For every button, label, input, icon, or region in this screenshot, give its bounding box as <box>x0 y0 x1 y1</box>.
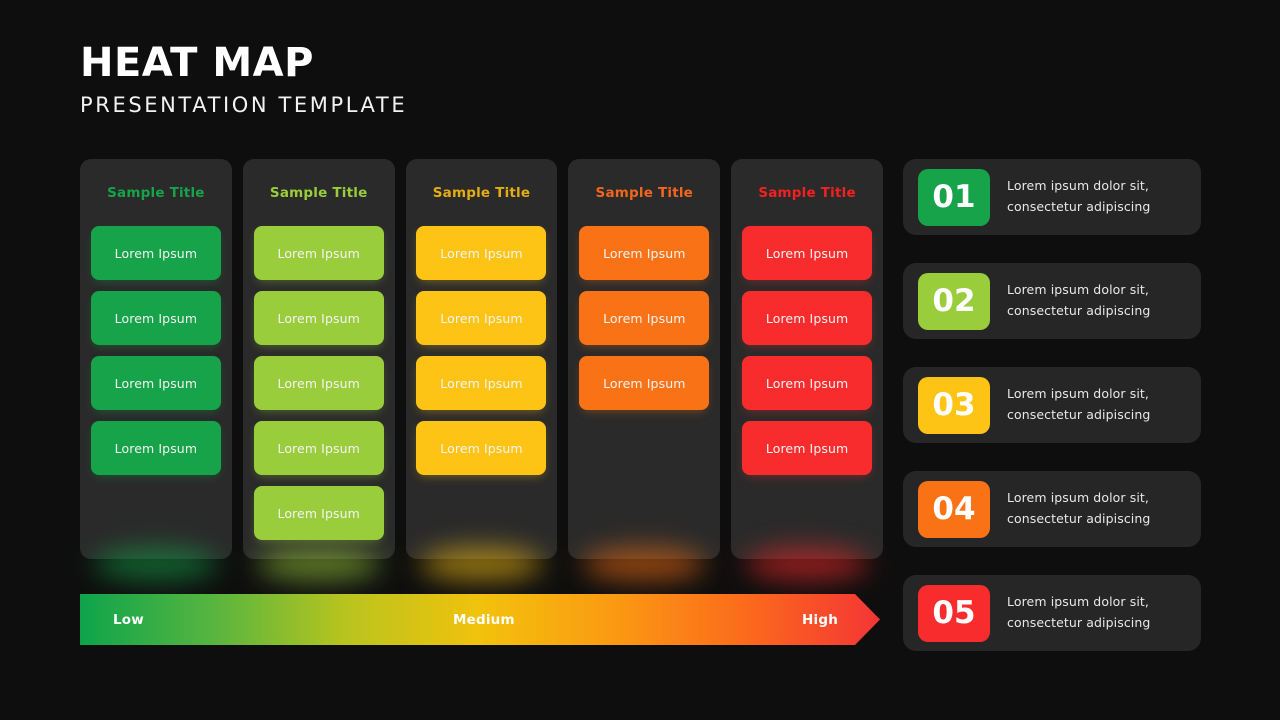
heatmap-cell[interactable]: Lorem Ipsum <box>90 291 221 345</box>
heatmap-cell[interactable]: Lorem Ipsum <box>253 291 384 345</box>
column-title: Sample Title <box>595 185 694 201</box>
page-subtitle: PRESENTATION TEMPLATE <box>80 93 408 117</box>
scale-label-low: Low <box>113 611 144 628</box>
column-title: Sample Title <box>758 185 856 201</box>
column-cards: Lorem Ipsum Lorem Ipsum Lorem Ipsum Lorem I… <box>80 226 232 475</box>
heatmap-cell[interactable]: Lorem Ipsum <box>253 486 384 540</box>
heatmap-cell[interactable]: Lorem Ipsum <box>90 421 221 475</box>
legend-number-badge: 05 <box>918 584 990 642</box>
legend-list: 01 Lorem ipsum dolor sit, consectetur adip… <box>903 159 1201 651</box>
legend-description-line2: consectetur adipiscing <box>1007 199 1151 214</box>
heatmap-cell[interactable]: Lorem Ipsum <box>416 226 547 280</box>
scale-label-high: High <box>802 611 839 628</box>
heatmap-cell[interactable]: Lorem Ipsum <box>416 291 547 345</box>
legend-description-line1: Lorem ipsum dolor sit, <box>1007 490 1149 506</box>
column-title: Sample Title <box>269 185 368 201</box>
heatmap-column[interactable]: Sample Title Lorem Ipsum Lorem Ipsum Lorem … <box>731 159 883 581</box>
heatmap-column[interactable]: Sample Title Lorem Ipsum Lorem Ipsum Lorem … <box>405 159 558 581</box>
heatmap-columns: Sample Title Lorem Ipsum Lorem Ipsum Lorem … <box>80 159 883 581</box>
legend-item[interactable]: 04 Lorem ipsum dolor sit, consectetur adip… <box>903 471 1201 547</box>
legend-description-line1: Lorem ipsum dolor sit, <box>1007 386 1149 402</box>
legend-description: Lorem ipsum dolor sit, consectetur adipis… <box>1007 384 1150 425</box>
legend-description: Lorem ipsum dolor sit, consectetur adipis… <box>1007 280 1150 321</box>
heatmap-cell[interactable]: Lorem Ipsum <box>253 226 384 280</box>
legend-description: Lorem ipsum dolor sit, consectetur adipis… <box>1007 488 1150 529</box>
heatmap-cell[interactable]: Lorem Ipsum <box>579 226 710 280</box>
column-glow <box>582 547 707 581</box>
heatmap-cell[interactable]: Lorem Ipsum <box>416 356 547 410</box>
legend-item[interactable]: 05 Lorem ipsum dolor sit, consectetur adip… <box>903 575 1201 651</box>
heatmap-cell[interactable]: Lorem Ipsum <box>742 291 873 345</box>
heatmap-cell[interactable]: Lorem Ipsum <box>90 356 221 410</box>
legend-item[interactable]: 02 Lorem ipsum dolor sit, consectetur adip… <box>903 263 1201 339</box>
legend-number-badge: 02 <box>918 272 990 330</box>
heatmap-column[interactable]: Sample Title Lorem Ipsum Lorem Ipsum Lorem … <box>568 159 721 581</box>
column-title: Sample Title <box>107 185 205 201</box>
column-cards: Lorem Ipsum Lorem Ipsum Lorem Ipsum Lorem I… <box>243 226 395 540</box>
column-glow <box>256 547 381 581</box>
scale-label-medium: Medium <box>453 611 515 628</box>
heatmap-cell[interactable]: Lorem Ipsum <box>579 356 710 410</box>
column-cards: Lorem Ipsum Lorem Ipsum Lorem Ipsum Lorem I… <box>406 226 558 475</box>
legend-number-badge: 04 <box>918 480 990 538</box>
legend-item[interactable]: 01 Lorem ipsum dolor sit, consectetur adip… <box>903 159 1201 235</box>
legend-description-line2: consectetur adipiscing <box>1007 615 1151 630</box>
column-title: Sample Title <box>432 185 531 201</box>
column-glow <box>745 547 869 581</box>
legend-description: Lorem ipsum dolor sit, consectetur adipis… <box>1007 592 1150 633</box>
column-cards: Lorem Ipsum Lorem Ipsum Lorem Ipsum Lorem I… <box>731 226 883 475</box>
legend-description-line2: consectetur adipiscing <box>1007 511 1151 526</box>
heatmap-column[interactable]: Sample Title Lorem Ipsum Lorem Ipsum Lorem … <box>80 159 232 581</box>
heatmap-cell[interactable]: Lorem Ipsum <box>90 226 221 280</box>
heatmap-cell[interactable]: Lorem Ipsum <box>416 421 547 475</box>
legend-number-badge: 03 <box>918 376 990 434</box>
legend-description: Lorem ipsum dolor sit, consectetur adipis… <box>1007 176 1150 217</box>
legend-description-line2: consectetur adipiscing <box>1007 303 1151 318</box>
heatmap-column[interactable]: Sample Title Lorem Ipsum Lorem Ipsum Lorem … <box>242 159 395 581</box>
heatmap-cell[interactable]: Lorem Ipsum <box>742 356 873 410</box>
heatmap-cell[interactable]: Lorem Ipsum <box>253 421 384 475</box>
legend-number-badge: 01 <box>918 168 990 226</box>
heatmap-cell[interactable]: Lorem Ipsum <box>742 421 873 475</box>
legend-description-line1: Lorem ipsum dolor sit, <box>1007 594 1149 610</box>
heatmap-cell[interactable]: Lorem Ipsum <box>579 291 710 345</box>
heat-scale: Low Medium High <box>80 594 880 645</box>
heatmap-cell[interactable]: Lorem Ipsum <box>742 226 873 280</box>
page-title: HEAT MAP <box>80 40 314 86</box>
column-glow <box>94 547 218 581</box>
legend-item[interactable]: 03 Lorem ipsum dolor sit, consectetur adip… <box>903 367 1201 443</box>
page-header: HEAT MAP PRESENTATION TEMPLATE <box>80 42 407 117</box>
column-cards: Lorem Ipsum Lorem Ipsum Lorem Ipsum <box>568 226 720 410</box>
column-glow <box>419 547 544 581</box>
legend-description-line1: Lorem ipsum dolor sit, <box>1007 282 1149 298</box>
legend-description-line1: Lorem ipsum dolor sit, <box>1007 178 1149 194</box>
legend-description-line2: consectetur adipiscing <box>1007 407 1151 422</box>
heatmap-cell[interactable]: Lorem Ipsum <box>253 356 384 410</box>
